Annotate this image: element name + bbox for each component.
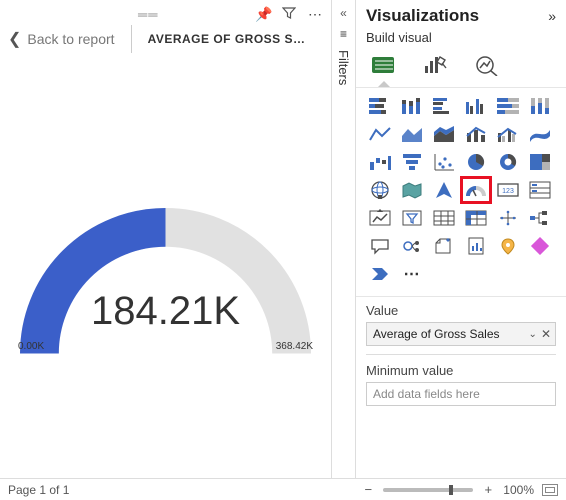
viz-area[interactable] (398, 122, 426, 146)
report-nav: ❮ Back to report AVERAGE OF GROSS SAL... (0, 25, 331, 61)
status-bar: Page 1 of 1 − + 100% (0, 478, 566, 500)
drag-handle-icon[interactable]: ══ (138, 7, 158, 22)
chevron-left-icon[interactable]: « (340, 6, 347, 20)
field-well-value-label: Value (356, 297, 566, 320)
viz-map[interactable] (366, 178, 394, 202)
viz-waterfall[interactable] (366, 150, 394, 174)
visual-type-gallery: 123 ⋯ (356, 87, 566, 297)
viz-treemap[interactable] (526, 150, 554, 174)
report-canvas: ══ 📌 ⋯ ❮ Back to report AVERAGE OF GROSS… (0, 0, 332, 478)
gauge-value: 184.21K (0, 289, 331, 334)
remove-field-icon[interactable]: ✕ (541, 327, 551, 341)
expand-icon[interactable]: » (548, 8, 556, 24)
divider (131, 25, 132, 53)
viz-matrix[interactable] (462, 206, 490, 230)
mode-switcher (356, 51, 566, 81)
viz-gauge[interactable] (462, 178, 490, 202)
viz-multi-row-card[interactable] (526, 178, 554, 202)
viz-filled-map[interactable] (398, 178, 426, 202)
viz-power-apps[interactable] (526, 234, 554, 258)
pin-icon[interactable]: 📌 (255, 6, 271, 23)
more-icon[interactable]: ⋯ (307, 6, 323, 23)
pane-subtitle: Build visual (356, 28, 566, 51)
viz-slicer[interactable] (398, 206, 426, 230)
viz-stacked-area[interactable] (430, 122, 458, 146)
gauge-min-label: 0.00K (18, 341, 44, 352)
gauge-arc (20, 208, 311, 358)
viz-clustered-column[interactable] (462, 94, 490, 118)
divider (366, 354, 556, 355)
viz-100-stacked-bar[interactable] (494, 94, 522, 118)
viz-key-influencers[interactable] (398, 234, 426, 258)
zoom-thumb[interactable] (449, 485, 453, 495)
visual-header: ══ 📌 ⋯ (0, 0, 331, 25)
viz-arcgis[interactable] (494, 234, 522, 258)
viz-scatter[interactable] (430, 150, 458, 174)
visualizations-pane: Visualizations » Build visual (356, 0, 566, 478)
viz-line-clustered-column[interactable] (494, 122, 522, 146)
viz-power-automate[interactable] (366, 262, 394, 286)
filters-label: Filters (336, 50, 351, 85)
viz-r-visual[interactable] (494, 206, 522, 230)
field-placeholder: Add data fields here (373, 387, 551, 401)
viz-smart-narrative[interactable] (430, 234, 458, 258)
viz-line[interactable] (366, 122, 394, 146)
back-icon[interactable]: ❮ (8, 29, 21, 49)
back-to-report-link[interactable]: Back to report (27, 31, 114, 47)
viz-line-stacked-column[interactable] (462, 122, 490, 146)
svg-text:123: 123 (502, 188, 514, 195)
zoom-out-button[interactable]: − (361, 482, 375, 497)
viz-clustered-bar[interactable] (430, 94, 458, 118)
viz-funnel[interactable] (398, 150, 426, 174)
page-indicator: Page 1 of 1 (8, 483, 69, 497)
viz-stacked-column[interactable] (398, 94, 426, 118)
mode-analytics[interactable] (470, 51, 504, 79)
gauge-visual[interactable]: 184.21K 0.00K 368.42K (0, 61, 331, 478)
mode-build[interactable] (366, 51, 400, 79)
field-well-min[interactable]: Add data fields here (366, 382, 556, 406)
filters-icon: ≡ (340, 28, 347, 40)
field-well-min-label: Minimum value (356, 357, 566, 380)
viz-pie[interactable] (462, 150, 490, 174)
viz-paginated[interactable] (462, 234, 490, 258)
filters-pane-collapsed[interactable]: « ≡ Filters (332, 0, 356, 478)
viz-card[interactable]: 123 (494, 178, 522, 202)
viz-decomposition-tree[interactable] (526, 206, 554, 230)
viz-table[interactable] (430, 206, 458, 230)
gauge-max-label: 368.42K (276, 341, 313, 352)
viz-stacked-bar[interactable] (366, 94, 394, 118)
viz-kpi[interactable] (366, 206, 394, 230)
visual-title: AVERAGE OF GROSS SAL... (148, 32, 308, 46)
viz-more[interactable]: ⋯ (398, 262, 426, 286)
viz-ribbon[interactable] (526, 122, 554, 146)
field-well-value[interactable]: Average of Gross Sales ⌄ ✕ (366, 322, 556, 346)
chevron-down-icon[interactable]: ⌄ (529, 329, 537, 340)
zoom-slider[interactable] (383, 488, 473, 492)
viz-azure-map[interactable] (430, 178, 458, 202)
viz-qa[interactable] (366, 234, 394, 258)
zoom-percent: 100% (503, 483, 534, 497)
filter-icon[interactable] (281, 6, 297, 23)
zoom-in-button[interactable]: + (481, 482, 495, 497)
viz-donut[interactable] (494, 150, 522, 174)
viz-100-stacked-column[interactable] (526, 94, 554, 118)
mode-format[interactable] (418, 51, 452, 79)
field-value-name: Average of Gross Sales (373, 327, 525, 341)
fit-to-page-button[interactable] (542, 484, 558, 496)
pane-title: Visualizations (366, 6, 548, 26)
